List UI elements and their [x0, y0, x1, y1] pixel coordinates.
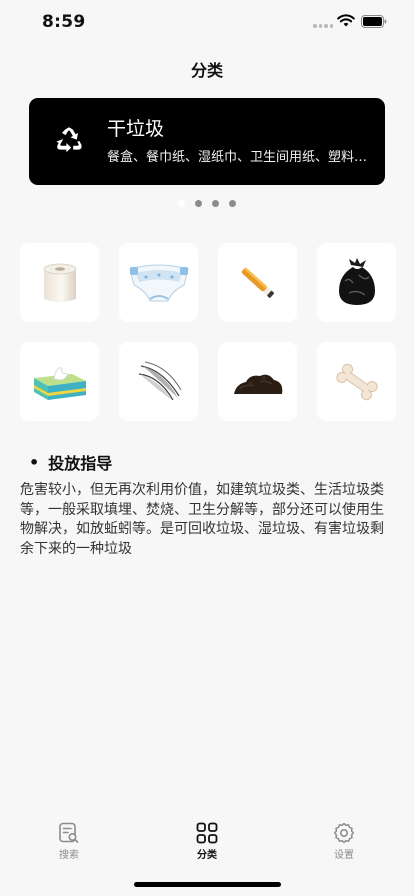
- tab-settings-label: 设置: [334, 850, 354, 861]
- page-title: 分类: [190, 61, 223, 80]
- guide-text: 危害较小，但无再次利用价值，如建筑垃圾类、生活垃圾类等，一般采取填埋、焚烧、卫生…: [20, 482, 384, 557]
- item-tile-diaper[interactable]: [119, 243, 198, 322]
- item-tile-feathers[interactable]: [119, 342, 198, 421]
- page-dot-3[interactable]: [212, 200, 219, 207]
- gear-icon: [333, 822, 355, 844]
- battery-icon: [361, 15, 387, 28]
- item-tile-cigarette[interactable]: [218, 243, 297, 322]
- page-dot-1[interactable]: [178, 200, 185, 207]
- category-banner[interactable]: 干垃圾 餐盒、餐巾纸、湿纸巾、卫生间用纸、塑料袋、食品包装袋: [29, 98, 385, 185]
- dirt-pile-icon: [233, 374, 282, 394]
- item-tile-dirt[interactable]: [218, 342, 297, 421]
- wifi-icon: [337, 14, 355, 27]
- grid-icon: [196, 822, 218, 844]
- garbage-bag-icon: [338, 257, 375, 305]
- home-indicator: [134, 882, 281, 887]
- page-control[interactable]: [178, 200, 236, 207]
- banner-title: 干垃圾: [107, 118, 165, 140]
- page-dot-4[interactable]: [229, 200, 236, 207]
- item-tile-toilet-paper[interactable]: [20, 243, 99, 322]
- tab-category-label: 分类: [197, 850, 217, 861]
- guide-heading: • 投放指导: [29, 450, 112, 474]
- tissue-box-icon: [33, 366, 86, 400]
- tab-settings[interactable]: 设置: [314, 818, 374, 861]
- status-time: 8:59: [42, 12, 86, 32]
- tab-category[interactable]: 分类: [177, 818, 237, 861]
- tab-search[interactable]: 搜索: [39, 818, 99, 861]
- search-doc-icon: [59, 822, 79, 843]
- tab-bar: 搜索 分类 设置: [0, 818, 414, 868]
- recycle-icon: [56, 127, 82, 153]
- guide-heading-label: 投放指导: [48, 454, 113, 473]
- signal-icon: [313, 24, 333, 28]
- bullet-icon: •: [29, 452, 40, 472]
- tab-search-label: 搜索: [59, 850, 79, 861]
- item-tile-garbage-bag[interactable]: [317, 243, 396, 322]
- feathers-icon: [138, 361, 181, 400]
- item-tile-bone[interactable]: [317, 342, 396, 421]
- cigarette-butt-icon: [241, 267, 274, 298]
- item-grid: [20, 243, 396, 421]
- banner-subtitle: 餐盒、餐巾纸、湿纸巾、卫生间用纸、塑料袋、食品包装袋: [107, 150, 373, 165]
- bone-icon: [335, 363, 378, 400]
- item-tile-tissue-box[interactable]: [20, 342, 99, 421]
- status-bar: 8:59: [0, 0, 414, 46]
- toilet-paper-icon: [43, 263, 76, 302]
- page-dot-2[interactable]: [195, 200, 202, 207]
- diaper-icon: [128, 264, 189, 301]
